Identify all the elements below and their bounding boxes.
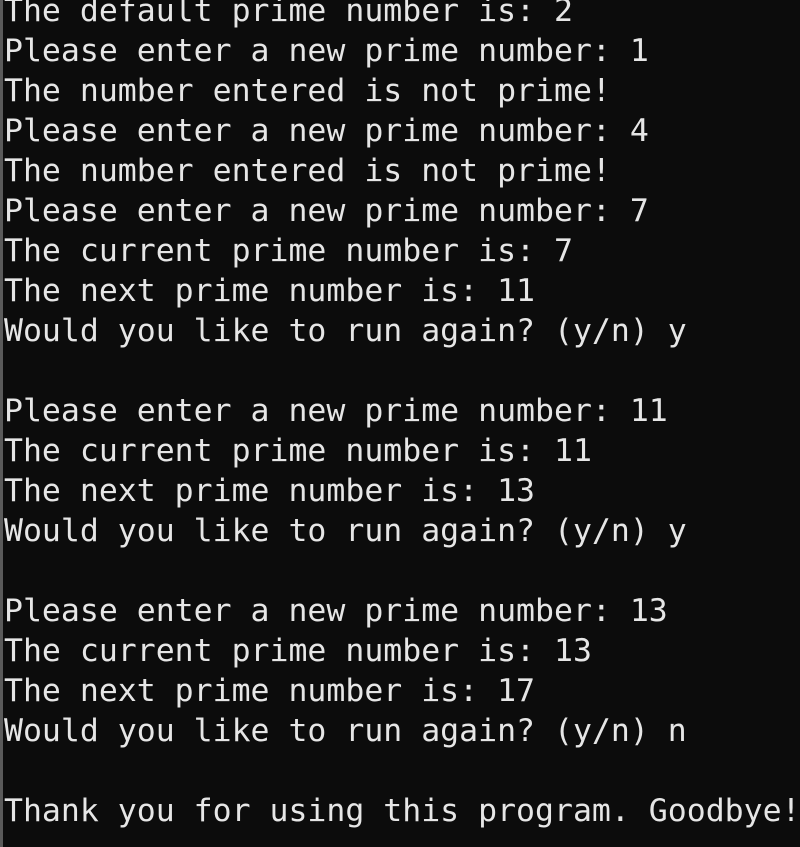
console-line: Please enter a new prime number: 13 — [4, 593, 668, 629]
console-line: Please enter a new prime number: 7 — [4, 193, 649, 229]
console-line: The number entered is not prime! — [4, 153, 611, 189]
console-line: Thank you for using this program. Goodby… — [4, 793, 800, 829]
console-line: Would you like to run again? (y/n) n — [4, 713, 687, 749]
console-line: Please enter a new prime number: 1 — [4, 33, 649, 69]
console-line: The default prime number is: 2 — [4, 0, 573, 29]
console-line: The next prime number is: 17 — [4, 673, 536, 709]
console-line: The next prime number is: 13 — [4, 473, 536, 509]
console-line: Please enter a new prime number: 4 — [4, 113, 649, 149]
console-output: The default prime number is: 2 Please en… — [4, 0, 800, 831]
window-left-edge — [0, 0, 3, 847]
console-line: Please enter a new prime number: 11 — [4, 393, 668, 429]
console-line: The current prime number is: 13 — [4, 633, 592, 669]
console-line: Would you like to run again? (y/n) y — [4, 513, 687, 549]
console-line: The number entered is not prime! — [4, 73, 611, 109]
console-line: The next prime number is: 11 — [4, 273, 536, 309]
console-line: The current prime number is: 7 — [4, 233, 573, 269]
console-window[interactable]: The default prime number is: 2 Please en… — [0, 0, 800, 847]
console-line: Would you like to run again? (y/n) y — [4, 313, 687, 349]
console-line: The current prime number is: 11 — [4, 433, 592, 469]
